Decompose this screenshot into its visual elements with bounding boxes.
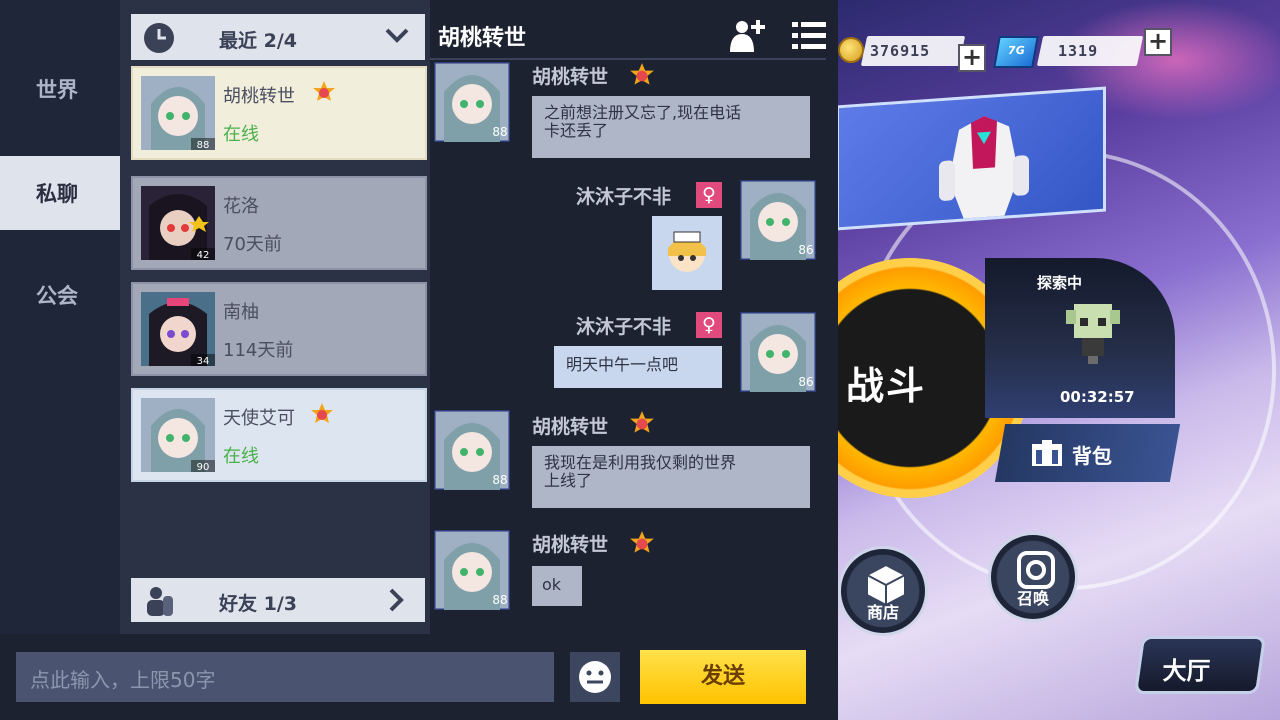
sticker-image: [668, 231, 706, 272]
message-text: 我现在是利用我仅剩的世界: [544, 453, 737, 472]
avatar: 34: [141, 292, 215, 366]
message-sender: 胡桃转世: [532, 66, 609, 88]
vip-badge-icon: [630, 63, 654, 85]
contact-item[interactable]: 34 南柚 114天前: [131, 282, 427, 376]
contact-name: 胡桃转世: [223, 86, 295, 107]
clock-icon: [144, 23, 174, 53]
vip-badge-icon: [313, 81, 335, 101]
message-sender: 胡桃转世: [532, 534, 609, 556]
avatar[interactable]: 88: [434, 410, 510, 490]
summon-label: 召唤: [1016, 589, 1049, 608]
contact-item[interactable]: 88 胡桃转世 在线: [131, 66, 427, 160]
bag-label: 背包: [1072, 444, 1112, 468]
recent-label: 最近 2/4: [219, 30, 298, 52]
message-sender: 沐沐子不非: [576, 316, 672, 338]
svg-text:88: 88: [492, 593, 507, 607]
message-bubble: ok: [532, 566, 582, 606]
nav-guild[interactable]: 公会: [0, 258, 120, 332]
message-bubble: 明天中午一点吧: [554, 346, 722, 388]
female-icon: ♀: [696, 182, 722, 208]
message-sender: 胡桃转世: [532, 416, 609, 438]
chat-input[interactable]: 点此输入，上限50字: [16, 652, 554, 702]
contact-item[interactable]: 42 花洛 70天前: [131, 176, 427, 270]
avatar[interactable]: 88: [434, 62, 510, 142]
explore-timer: 00:32:57: [1060, 388, 1135, 406]
shop-label: 商店: [866, 603, 899, 622]
exploring-label: 探索中: [1037, 274, 1083, 292]
svg-text:42: 42: [197, 250, 210, 260]
avatar: 42: [141, 186, 215, 260]
add-friend-icon[interactable]: [728, 18, 766, 52]
send-button[interactable]: 发送: [640, 650, 806, 704]
svg-text:34: 34: [197, 356, 210, 366]
svg-text:86: 86: [798, 243, 813, 257]
contact-name: 花洛: [223, 196, 259, 217]
add-gold-button[interactable]: +: [958, 44, 986, 72]
avatar[interactable]: 86: [740, 312, 816, 392]
pet-sprite-icon: [1066, 304, 1120, 364]
avatar: 90: [141, 398, 215, 472]
smiley-icon: [579, 661, 611, 693]
message-text: 上线了: [544, 471, 593, 490]
message-text: 之前想注册又忘了,现在电话: [544, 103, 742, 122]
contact-status: 在线: [223, 124, 259, 145]
sticker-bubble: [652, 216, 722, 290]
contact-status: 在线: [223, 446, 259, 467]
contact-item[interactable]: 90 天使艾可 在线: [131, 388, 427, 482]
emoji-button[interactable]: [570, 652, 620, 702]
gem-icon: 7G: [993, 36, 1039, 68]
svg-text:86: 86: [798, 375, 813, 389]
svg-text:88: 88: [492, 125, 507, 139]
gold-amount: 376915: [870, 42, 931, 60]
vip-badge-icon: [630, 531, 654, 553]
contact-status: 70天前: [223, 234, 282, 255]
menu-list-icon[interactable]: [792, 22, 826, 50]
message-sender: 沐沐子不非: [576, 186, 672, 208]
svg-text:88: 88: [197, 140, 210, 150]
chevron-right-icon: [389, 588, 404, 612]
conversation-title: 胡桃转世: [438, 26, 527, 51]
friends-icon: [147, 587, 173, 616]
vip-badge-icon: [311, 403, 333, 423]
summon-button[interactable]: 召唤: [988, 532, 1078, 622]
lobby-label: 大厅: [1162, 657, 1211, 685]
contact-status: 114天前: [223, 340, 294, 361]
battle-label: 战斗: [846, 364, 927, 408]
gold-coin-icon: [838, 37, 864, 63]
nav-world[interactable]: 世界: [0, 52, 120, 126]
contact-name: 南柚: [223, 302, 259, 323]
gem-amount: 1319: [1058, 42, 1099, 60]
svg-text:90: 90: [197, 462, 210, 472]
message-bubble: 我现在是利用我仅剩的世界 上线了: [532, 446, 810, 508]
gem-display: 1319: [1036, 36, 1144, 66]
chevron-down-icon: [385, 28, 409, 43]
svg-text:88: 88: [492, 473, 507, 487]
contact-name: 天使艾可: [223, 408, 295, 429]
avatar: 88: [141, 76, 215, 150]
vip-badge-icon: [630, 411, 654, 433]
friends-section-button[interactable]: 好友 1/3: [131, 578, 425, 622]
female-icon: ♀: [696, 312, 722, 338]
shop-button[interactable]: 商店: [838, 546, 928, 636]
message-bubble: 之前想注册又忘了,现在电话 卡还丢了: [532, 96, 810, 158]
gold-display: 376915: [860, 36, 966, 66]
friends-label: 好友 1/3: [219, 593, 298, 615]
lobby-button[interactable]: 大厅: [1133, 636, 1267, 694]
add-gems-button[interactable]: +: [1144, 28, 1172, 56]
avatar[interactable]: 88: [434, 530, 510, 610]
nav-private-chat[interactable]: 私聊: [0, 156, 120, 230]
avatar[interactable]: 86: [740, 180, 816, 260]
hero-outfit-image: [939, 116, 1029, 220]
recent-dropdown[interactable]: 最近 2/4: [131, 14, 425, 60]
hero-banner[interactable]: [836, 86, 1106, 231]
bag-icon: [1032, 440, 1062, 466]
message-text: 卡还丢了: [544, 121, 609, 140]
